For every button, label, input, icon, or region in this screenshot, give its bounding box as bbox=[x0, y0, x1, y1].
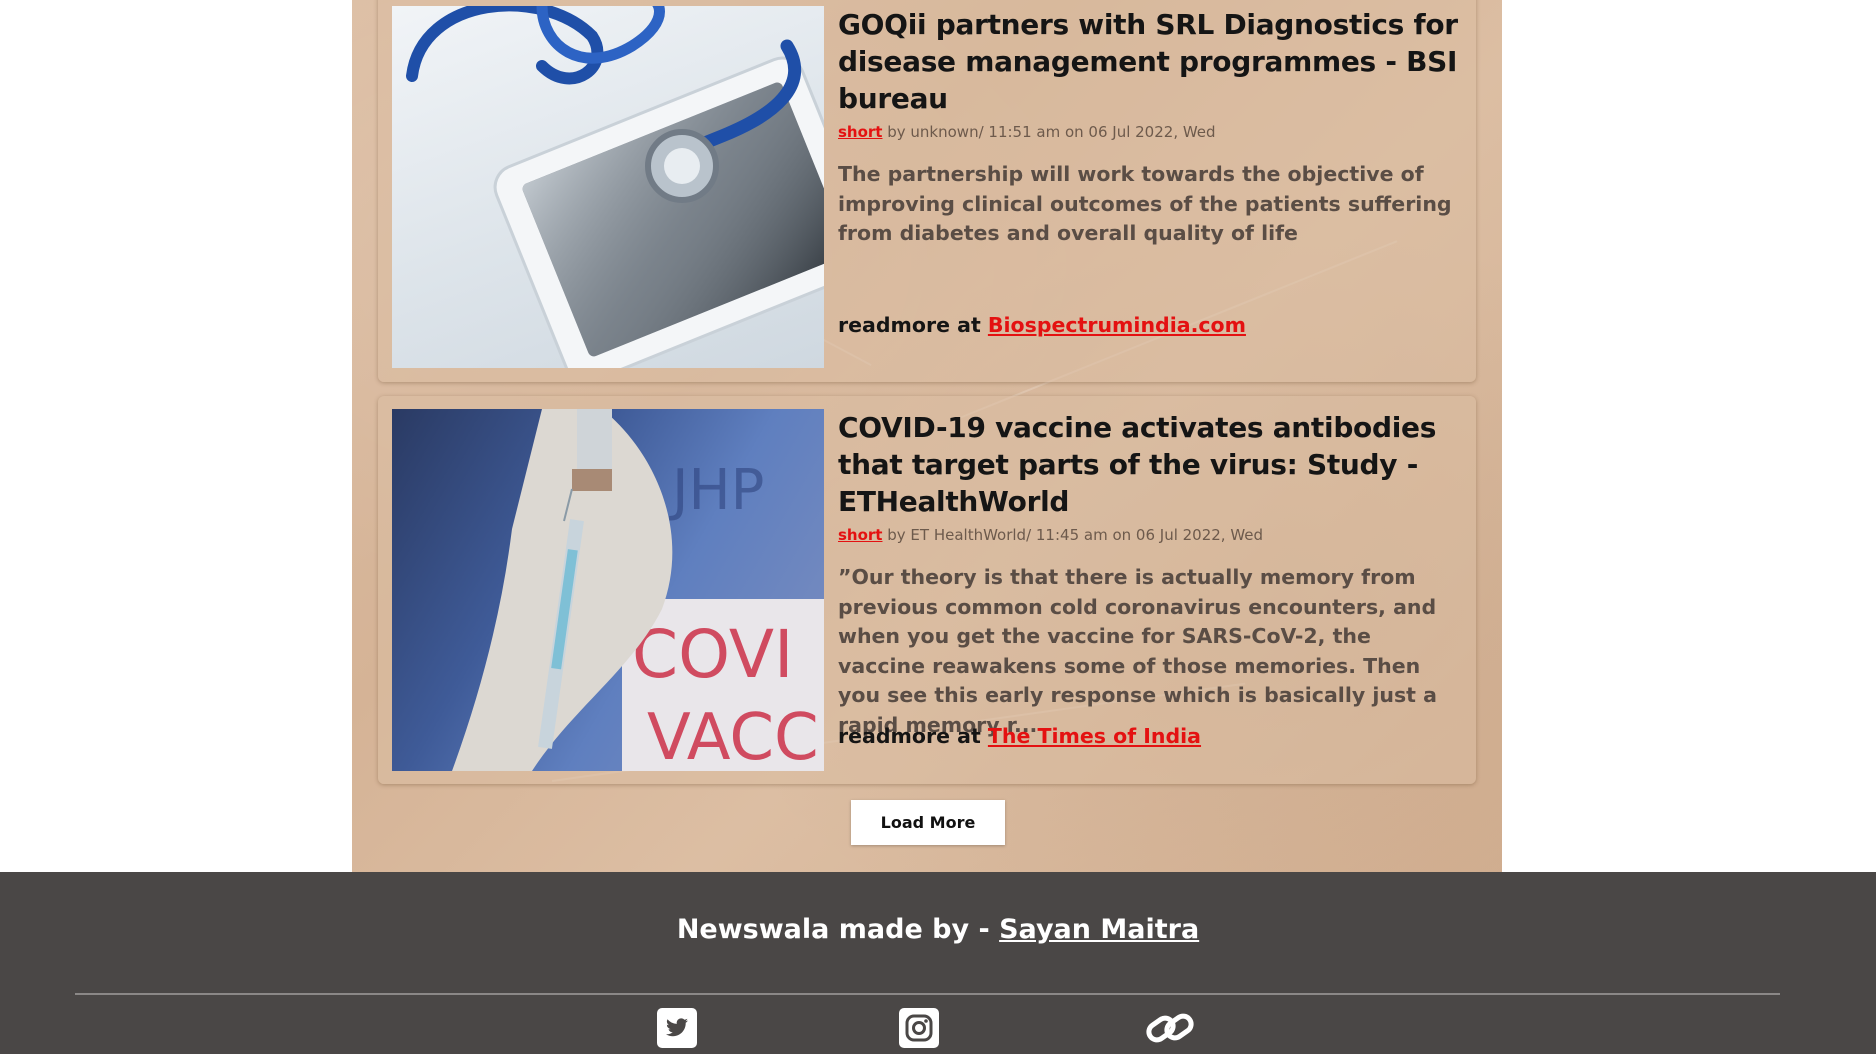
readmore-line: readmore at Biospectrumindia.com bbox=[838, 313, 1246, 337]
footer-divider bbox=[75, 993, 1780, 995]
article-byline: by ET HealthWorld/ 11:45 am on 06 Jul 20… bbox=[882, 526, 1264, 544]
readmore-prefix: readmore at bbox=[838, 313, 988, 337]
author-link[interactable]: Sayan Maitra bbox=[999, 914, 1199, 945]
article-image[interactable]: COVI VACCI JHP bbox=[392, 409, 824, 771]
svg-text:COVI: COVI bbox=[632, 616, 794, 693]
article-text: COVID-19 vaccine activates antibodies th… bbox=[838, 409, 1458, 740]
article-meta: short by ET HealthWorld/ 11:45 am on 06 … bbox=[838, 525, 1458, 545]
article-card: GOQii partners with SRL Diagnostics for … bbox=[378, 0, 1476, 382]
page: GOQii partners with SRL Diagnostics for … bbox=[0, 0, 1876, 1054]
svg-text:JHP: JHP bbox=[669, 458, 764, 523]
article-summary: The partnership will work towards the ob… bbox=[838, 162, 1452, 245]
article-meta: short by unknown/ 11:51 am on 06 Jul 202… bbox=[838, 122, 1458, 142]
twitter-icon[interactable] bbox=[657, 1008, 697, 1048]
footer-credit: Newswala made by - Sayan Maitra bbox=[0, 914, 1876, 945]
article-headline[interactable]: COVID-19 vaccine activates antibodies th… bbox=[838, 409, 1458, 520]
load-more-button[interactable]: Load More bbox=[851, 800, 1005, 845]
source-link[interactable]: Biospectrumindia.com bbox=[988, 313, 1246, 337]
article-card: COVI VACCI JHP COVID-19 vaccine activate… bbox=[378, 396, 1476, 784]
link-icon[interactable] bbox=[1144, 1008, 1196, 1048]
article-image[interactable] bbox=[392, 6, 824, 368]
article-tag[interactable]: short bbox=[838, 526, 882, 544]
article-tag[interactable]: short bbox=[838, 123, 882, 141]
source-link[interactable]: The Times of India bbox=[988, 724, 1201, 748]
article-summary: ”Our theory is that there is actually me… bbox=[838, 565, 1437, 737]
footer-credit-prefix: Newswala made by - bbox=[676, 914, 1000, 945]
article-byline: by unknown/ 11:51 am on 06 Jul 2022, Wed bbox=[882, 123, 1216, 141]
readmore-line: readmore at The Times of India bbox=[838, 724, 1201, 748]
stethoscope-tablet-image bbox=[406, 6, 824, 368]
footer: Newswala made by - Sayan Maitra bbox=[0, 872, 1876, 1054]
article-headline[interactable]: GOQii partners with SRL Diagnostics for … bbox=[838, 6, 1458, 117]
article-text: GOQii partners with SRL Diagnostics for … bbox=[838, 6, 1458, 249]
instagram-icon[interactable] bbox=[899, 1008, 939, 1048]
news-feed-column: GOQii partners with SRL Diagnostics for … bbox=[352, 0, 1502, 872]
svg-text:VACCI: VACCI bbox=[647, 701, 824, 771]
readmore-prefix: readmore at bbox=[838, 724, 988, 748]
covid-vaccine-syringe-image: COVI VACCI JHP bbox=[452, 409, 824, 771]
